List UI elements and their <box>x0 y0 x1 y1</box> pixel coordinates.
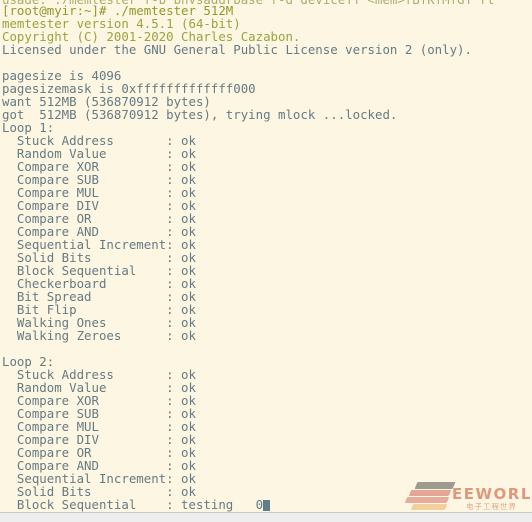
terminal-line: Block Sequential : testing 0 <box>2 498 532 511</box>
window-bottom-edge <box>0 512 532 522</box>
terminal-window[interactable]: usage: ./memtester [-p physaddrbase [-d … <box>0 0 532 522</box>
terminal-output: usage: ./memtester [-p physaddrbase [-d … <box>0 0 532 511</box>
terminal-line: Walking Zeroes : ok <box>2 328 196 343</box>
text-cursor <box>263 500 271 511</box>
terminal-line: got 512MB (536870912 bytes), trying mloc… <box>2 107 398 122</box>
terminal-line: Licensed under the GNU General Public Li… <box>2 42 472 57</box>
